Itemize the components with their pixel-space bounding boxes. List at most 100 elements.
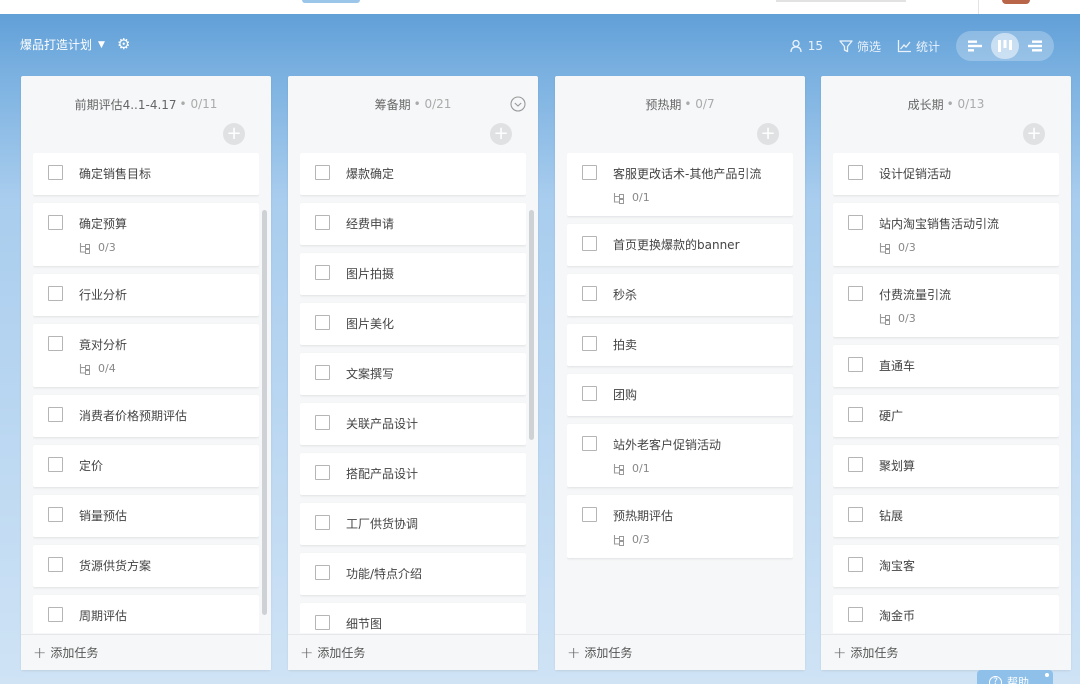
- task-checkbox[interactable]: [315, 265, 330, 280]
- task-card[interactable]: 销量预估: [33, 495, 259, 537]
- task-checkbox[interactable]: [848, 607, 863, 622]
- task-checkbox[interactable]: [315, 315, 330, 330]
- task-card[interactable]: 关联产品设计: [300, 403, 526, 445]
- task-checkbox[interactable]: [315, 215, 330, 230]
- task-checkbox[interactable]: [48, 557, 63, 572]
- task-card[interactable]: 周期评估: [33, 595, 259, 633]
- task-checkbox[interactable]: [315, 365, 330, 380]
- task-card[interactable]: 竟对分析 0/4: [33, 324, 259, 387]
- task-checkbox[interactable]: [848, 215, 863, 230]
- task-card[interactable]: 拍卖: [567, 324, 793, 366]
- task-card[interactable]: 爆款确定: [300, 153, 526, 195]
- add-task-button[interactable]: + 添加任务: [555, 634, 805, 670]
- person-icon: [790, 39, 802, 53]
- column-count: • 0/21: [413, 97, 452, 111]
- check-circle-icon[interactable]: [510, 96, 526, 112]
- task-card[interactable]: 图片美化: [300, 303, 526, 345]
- task-card[interactable]: 功能/特点介绍: [300, 553, 526, 595]
- scrollbar[interactable]: [529, 210, 534, 440]
- task-card[interactable]: 经费申请: [300, 203, 526, 245]
- task-checkbox[interactable]: [48, 607, 63, 622]
- task-checkbox[interactable]: [315, 165, 330, 180]
- task-card[interactable]: 客服更改话术-其他产品引流 0/1: [567, 153, 793, 216]
- task-card[interactable]: 付费流量引流 0/3: [833, 274, 1059, 337]
- task-card[interactable]: 淘宝客: [833, 545, 1059, 587]
- task-checkbox[interactable]: [582, 507, 597, 522]
- task-title: 设计促销活动: [879, 167, 952, 181]
- task-checkbox[interactable]: [848, 507, 863, 522]
- task-title: 关联产品设计: [346, 417, 419, 431]
- add-task-circle-button[interactable]: +: [757, 123, 779, 145]
- task-checkbox[interactable]: [848, 557, 863, 572]
- add-task-button[interactable]: + 添加任务: [21, 634, 271, 670]
- gear-icon[interactable]: ⚙: [117, 37, 130, 52]
- task-card[interactable]: 硬广: [833, 395, 1059, 437]
- task-card[interactable]: 预热期评估 0/3: [567, 495, 793, 558]
- task-checkbox[interactable]: [848, 457, 863, 472]
- header-search-stub[interactable]: [776, 0, 906, 2]
- task-card[interactable]: 设计促销活动: [833, 153, 1059, 195]
- task-card[interactable]: 行业分析: [33, 274, 259, 316]
- task-checkbox[interactable]: [582, 386, 597, 401]
- task-card[interactable]: 直通车: [833, 345, 1059, 387]
- project-selector[interactable]: 爆品打造计划 ▼ ⚙: [20, 36, 130, 53]
- task-checkbox[interactable]: [48, 286, 63, 301]
- member-count: 15: [807, 39, 823, 53]
- task-checkbox[interactable]: [582, 286, 597, 301]
- task-card[interactable]: 首页更换爆款的banner: [567, 224, 793, 266]
- task-card[interactable]: 确定预算 0/3: [33, 203, 259, 266]
- task-card[interactable]: 图片拍摄: [300, 253, 526, 295]
- task-checkbox[interactable]: [848, 286, 863, 301]
- add-task-circle-button[interactable]: +: [223, 123, 245, 145]
- task-checkbox[interactable]: [315, 515, 330, 530]
- task-card[interactable]: 工厂供货协调: [300, 503, 526, 545]
- task-checkbox[interactable]: [315, 565, 330, 580]
- task-checkbox[interactable]: [48, 507, 63, 522]
- task-checkbox[interactable]: [848, 407, 863, 422]
- header-divider: [978, 0, 979, 14]
- task-checkbox[interactable]: [48, 407, 63, 422]
- task-checkbox[interactable]: [315, 415, 330, 430]
- help-button[interactable]: ? 帮助: [977, 670, 1053, 684]
- stats-button[interactable]: 统计: [897, 38, 940, 55]
- task-checkbox[interactable]: [848, 165, 863, 180]
- task-card[interactable]: 聚划算: [833, 445, 1059, 487]
- task-checkbox[interactable]: [315, 615, 330, 630]
- add-task-circle-button[interactable]: +: [490, 123, 512, 145]
- members-button[interactable]: 15: [790, 39, 823, 53]
- task-checkbox[interactable]: [48, 215, 63, 230]
- task-checkbox[interactable]: [582, 436, 597, 451]
- add-task-button[interactable]: + 添加任务: [288, 634, 538, 670]
- task-checkbox[interactable]: [48, 457, 63, 472]
- task-card[interactable]: 消费者价格预期评估: [33, 395, 259, 437]
- scrollbar[interactable]: [262, 210, 267, 615]
- avatar[interactable]: [1002, 0, 1030, 4]
- task-checkbox[interactable]: [48, 165, 63, 180]
- task-card[interactable]: 定价: [33, 445, 259, 487]
- task-checkbox[interactable]: [582, 236, 597, 251]
- task-card[interactable]: 细节图: [300, 603, 526, 633]
- task-checkbox[interactable]: [315, 465, 330, 480]
- task-card[interactable]: 淘金币: [833, 595, 1059, 633]
- task-checkbox[interactable]: [48, 336, 63, 351]
- task-checkbox[interactable]: [582, 165, 597, 180]
- task-card[interactable]: 钻展: [833, 495, 1059, 537]
- task-card[interactable]: 货源供货方案: [33, 545, 259, 587]
- list-view-button[interactable]: [1021, 33, 1049, 59]
- task-card[interactable]: 站外老客户促销活动 0/1: [567, 424, 793, 487]
- add-task-circle-button[interactable]: +: [1023, 123, 1045, 145]
- task-checkbox[interactable]: [582, 336, 597, 351]
- task-card[interactable]: 搭配产品设计: [300, 453, 526, 495]
- task-card[interactable]: 文案撰写: [300, 353, 526, 395]
- gantt-view-button[interactable]: [961, 33, 989, 59]
- task-checkbox[interactable]: [848, 357, 863, 372]
- board-view-button[interactable]: [991, 33, 1019, 59]
- task-card[interactable]: 秒杀: [567, 274, 793, 316]
- task-card[interactable]: 团购: [567, 374, 793, 416]
- task-card[interactable]: 确定销售目标: [33, 153, 259, 195]
- task-card[interactable]: 站内淘宝销售活动引流 0/3: [833, 203, 1059, 266]
- add-task-button[interactable]: + 添加任务: [821, 634, 1071, 670]
- active-tab-indicator[interactable]: [302, 0, 360, 3]
- subtask-count: 0/1: [632, 191, 650, 204]
- filter-button[interactable]: 筛选: [839, 38, 881, 55]
